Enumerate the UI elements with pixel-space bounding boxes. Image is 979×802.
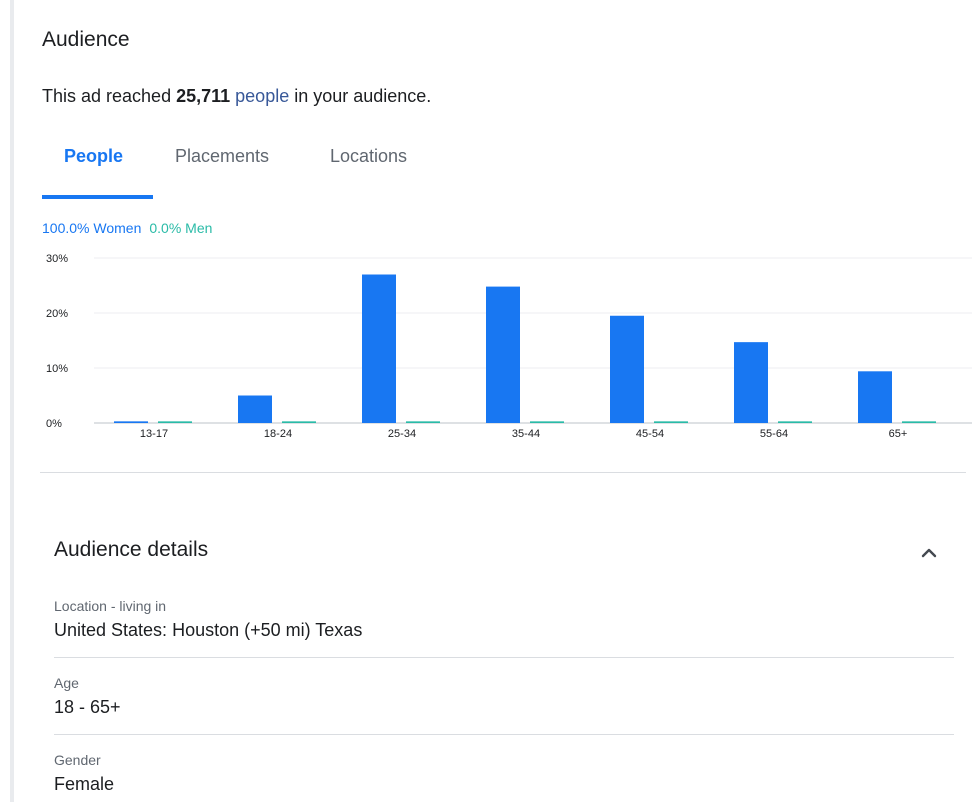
bar-men-25-34 (406, 421, 440, 423)
gender-legend: 100.0% Women 0.0% Men (42, 220, 212, 236)
x-tick-label: 13-17 (140, 428, 168, 440)
bar-men-13-17 (158, 421, 192, 423)
detail-label: Location - living in (54, 598, 167, 614)
legend-men: 0.0% Men (149, 220, 213, 236)
detail-value: United States: Houston (+50 mi) Texas (54, 620, 363, 640)
detail-value: 18 - 65+ (54, 697, 121, 717)
x-tick-label: 25-34 (388, 428, 416, 440)
left-border (10, 0, 14, 802)
audience-title: Audience (42, 28, 130, 51)
detail-age: Age 18 - 65+ (54, 675, 954, 718)
bar-men-65+ (902, 421, 936, 423)
y-tick-label: 10% (46, 363, 68, 375)
tab-placements[interactable]: Placements (175, 146, 269, 167)
y-tick-label: 20% (46, 308, 68, 320)
bar-women-55-64 (734, 342, 768, 423)
x-tick-label: 55-64 (760, 428, 788, 440)
bar-women-18-24 (238, 395, 272, 423)
bar-women-25-34 (362, 274, 396, 423)
bar-women-13-17 (114, 421, 148, 423)
section-divider (40, 472, 966, 473)
x-tick-label: 35-44 (512, 428, 540, 440)
detail-label: Age (54, 675, 79, 691)
bar-men-18-24 (282, 421, 316, 423)
tab-locations[interactable]: Locations (330, 146, 407, 167)
detail-divider (54, 734, 954, 735)
reach-summary: This ad reached 25,711 people in your au… (42, 86, 431, 107)
collapse-chevron-button[interactable] (916, 540, 942, 566)
detail-label: Gender (54, 752, 101, 768)
x-tick-label: 65+ (889, 428, 908, 440)
detail-location: Location - living in United States: Hous… (54, 598, 954, 641)
reach-prefix: This ad reached (42, 86, 177, 106)
bar-men-55-64 (778, 421, 812, 423)
reach-count: 25,711 (176, 86, 231, 106)
age-gender-bar-chart: 0% 10% 20% 30% 13-17 18-24 25-34 35-44 45-54 55-6… (46, 253, 972, 440)
reach-suffix: in your audience. (289, 86, 432, 106)
legend-women: 100.0% Women (42, 220, 142, 236)
detail-value: Female (54, 774, 115, 794)
audience-details-title: Audience details (54, 538, 209, 561)
people-link[interactable]: people (235, 86, 289, 106)
y-tick-label: 30% (46, 253, 68, 265)
audience-tabs: People Placements Locations (42, 138, 979, 200)
bar-women-65+ (858, 371, 892, 423)
y-tick-label: 0% (46, 418, 62, 430)
bar-women-35-44 (486, 286, 520, 423)
detail-divider (54, 657, 954, 658)
bar-men-35-44 (530, 421, 564, 423)
chevron-up-icon (921, 548, 937, 558)
bar-men-45-54 (654, 421, 688, 423)
bar-women-45-54 (610, 315, 644, 423)
x-tick-label: 18-24 (264, 428, 292, 440)
detail-gender: Gender Female (54, 752, 954, 795)
x-tick-label: 45-54 (636, 428, 664, 440)
tab-people[interactable]: People (64, 146, 123, 167)
active-tab-indicator (42, 195, 153, 199)
